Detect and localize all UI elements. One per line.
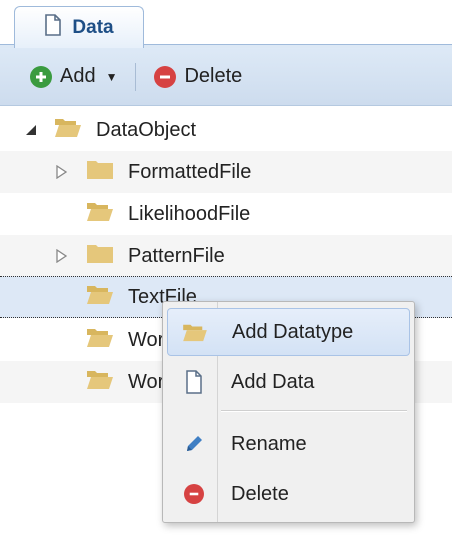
- collapsed-triangle-icon[interactable]: [54, 165, 68, 179]
- menu-separator: [221, 410, 407, 412]
- document-icon: [44, 14, 62, 41]
- menu-item-delete[interactable]: Delete: [167, 470, 410, 518]
- context-menu: Add Datatype Add Data Rename Delete: [162, 301, 415, 523]
- minus-icon: [154, 65, 177, 88]
- tree-node-label: FormattedFile: [128, 160, 252, 183]
- menu-item-label: Delete: [231, 482, 289, 505]
- open-folder-icon: [86, 326, 114, 354]
- tree-node-label: Wor: [128, 370, 165, 393]
- tree-node-patternfile[interactable]: PatternFile: [0, 235, 452, 277]
- tree-node-dataobject[interactable]: DataObject: [0, 109, 452, 151]
- toolbar: Add ▼ Delete: [0, 48, 452, 106]
- tab-strip: Data: [0, 0, 452, 49]
- menu-item-rename[interactable]: Rename: [167, 420, 410, 468]
- folder-icon: [86, 242, 114, 270]
- tree-node-label: PatternFile: [128, 244, 225, 267]
- menu-item-label: Add Data: [231, 370, 315, 393]
- menu-item-label: Add Datatype: [232, 320, 354, 343]
- collapsed-triangle-icon[interactable]: [54, 249, 68, 263]
- tab-data[interactable]: Data: [14, 6, 144, 48]
- delete-button-label: Delete: [184, 65, 243, 87]
- folder-icon: [86, 158, 114, 186]
- expanded-triangle-icon[interactable]: [24, 123, 38, 137]
- minus-icon: [181, 481, 207, 507]
- open-folder-icon: [86, 283, 114, 311]
- pencil-icon: [181, 431, 207, 457]
- tree-node-likelihoodfile[interactable]: LikelihoodFile: [0, 193, 452, 235]
- delete-button[interactable]: Delete: [154, 65, 242, 88]
- toolbar-separator: [135, 62, 137, 91]
- add-button-label: Add: [60, 65, 96, 87]
- menu-item-label: Rename: [231, 432, 307, 455]
- menu-item-add-datatype[interactable]: Add Datatype: [167, 308, 410, 356]
- open-folder-icon: [86, 200, 114, 228]
- open-folder-icon: [86, 368, 114, 396]
- chevron-down-icon: ▼: [105, 69, 118, 84]
- document-icon: [181, 369, 207, 395]
- tree-node-label: DataObject: [96, 118, 197, 141]
- tab-data-label: Data: [72, 16, 114, 38]
- open-folder-icon: [182, 319, 208, 345]
- tree-node-label: LikelihoodFile: [128, 202, 251, 225]
- open-folder-icon: [54, 116, 82, 144]
- tree-node-formattedfile[interactable]: FormattedFile: [0, 151, 452, 193]
- add-button[interactable]: Add ▼: [30, 65, 117, 88]
- tree-node-label: Wor: [128, 328, 165, 351]
- menu-item-add-data[interactable]: Add Data: [167, 358, 410, 406]
- plus-icon: [30, 65, 52, 88]
